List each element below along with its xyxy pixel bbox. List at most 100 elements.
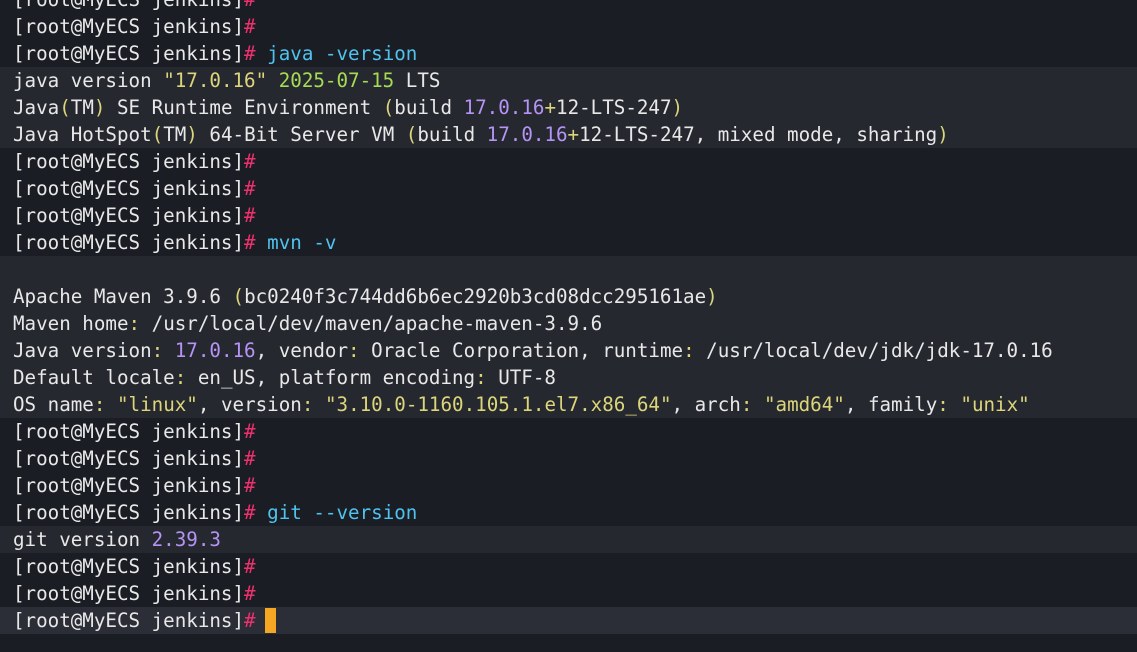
output-text: [root@MyECS jenkins] (13, 231, 245, 254)
output-text: : (683, 339, 695, 362)
output-text: TM (70, 96, 94, 119)
output-text: 17.0.16 (463, 96, 545, 119)
output-text: 17.0.16 (486, 123, 568, 146)
output-text: 2.39.3 (151, 528, 221, 551)
prompt-symbol: # (244, 204, 256, 227)
output-text: [root@MyECS jenkins] (13, 420, 245, 443)
output-text: [root@MyECS jenkins] (13, 177, 245, 200)
output-text: /usr/local/dev/maven/apache-maven-3.9.6 (140, 312, 603, 335)
output-text: TM (163, 123, 187, 146)
output-text: [root@MyECS jenkins] (13, 555, 245, 578)
output-text: ) (706, 285, 718, 308)
output-text: build (417, 123, 487, 146)
output-text: Java (13, 96, 60, 119)
output-text: : (740, 393, 753, 416)
command-text: git --version (267, 501, 418, 524)
output-text: [root@MyECS jenkins] (13, 42, 245, 65)
prompt-symbol: # (244, 231, 256, 254)
terminal-line: Java HotSpot(TM) 64-Bit Server VM (build… (0, 121, 1137, 148)
output-text: Apache Maven 3.9.6 (13, 285, 233, 308)
output-text: [root@MyECS jenkins] (13, 501, 245, 524)
output-text: "unix" (960, 393, 1030, 416)
output-text: + (544, 96, 557, 119)
terminal-line: [root@MyECS jenkins]# (0, 202, 1137, 229)
terminal-output: [root@MyECS jenkins]# [root@MyECS jenkins… (0, 0, 1137, 634)
output-text: ) (186, 123, 198, 146)
terminal-line: [root@MyECS jenkins]# (0, 175, 1137, 202)
terminal-line: OS name: "linux", version: "3.10.0-1160.… (0, 391, 1137, 418)
text-cursor (264, 608, 276, 633)
output-text: Java version (13, 339, 152, 362)
output-text: en_US, platform encoding (186, 366, 476, 389)
output-text: [root@MyECS jenkins] (13, 204, 245, 227)
output-text: + (567, 123, 580, 146)
output-text: UTF-8 (486, 366, 556, 389)
command-text: mvn -v (267, 231, 337, 254)
output-text: , version (197, 393, 302, 416)
output-text: [root@MyECS jenkins] (13, 0, 244, 11)
terminal-line: [root@MyECS jenkins]# (0, 472, 1137, 499)
terminal-line: [root@MyECS jenkins]# java -version (0, 40, 1137, 67)
prompt-symbol: # (244, 474, 256, 497)
terminal-line: Maven home: /usr/local/dev/maven/apache-… (0, 310, 1137, 337)
terminal-line: [root@MyECS jenkins]# (0, 0, 1137, 13)
prompt-symbol: # (244, 609, 256, 632)
output-text: Oracle Corporation, runtime (359, 339, 684, 362)
output-text: , family (844, 393, 938, 416)
terminal-line (0, 256, 1137, 283)
output-text: : (93, 393, 106, 416)
command-text: java -version (267, 42, 418, 65)
output-text: : (174, 366, 187, 389)
output-text: "17.0.16" (163, 69, 268, 92)
output-text: [root@MyECS jenkins] (13, 447, 245, 470)
output-text: , vendor (255, 339, 349, 362)
output-text: java version (13, 69, 164, 92)
output-text: : (151, 339, 164, 362)
terminal-window[interactable]: [root@MyECS jenkins]# [root@MyECS jenkins… (0, 0, 1137, 652)
output-text: ) (671, 96, 684, 119)
prompt-symbol: # (244, 420, 256, 443)
output-text: build (394, 96, 464, 119)
output-text: ( (382, 96, 395, 119)
output-text: "3.10.0-1160.105.1.el7.x86_64" (324, 393, 672, 416)
output-text: /usr/local/dev/jdk/jdk-17.0.16 (694, 339, 1053, 362)
output-text: : (475, 366, 487, 389)
output-text: [root@MyECS jenkins] (13, 15, 245, 38)
output-text: bc0240f3c744dd6b6ec2920b3cd08dcc295161ae (244, 285, 707, 308)
output-text: [root@MyECS jenkins] (13, 609, 245, 632)
output-text: 12-LTS-247, mixed mode, sharing (579, 123, 938, 146)
terminal-line: java version "17.0.16" 2025-07-15 LTS (0, 67, 1137, 94)
output-text: git version (13, 528, 152, 551)
output-text: 2025-07-15 (278, 69, 395, 92)
terminal-line: [root@MyECS jenkins]# (0, 580, 1137, 607)
output-text: : (348, 339, 360, 362)
prompt-symbol: # (244, 582, 256, 605)
prompt-symbol: # (244, 42, 256, 65)
output-text: LTS (394, 69, 441, 92)
active-prompt-line[interactable]: [root@MyECS jenkins]# (0, 607, 1137, 634)
terminal-line: Java version: 17.0.16, vendor: Oracle Co… (0, 337, 1137, 364)
output-text: : (128, 312, 141, 335)
output-text: ) (93, 96, 106, 119)
terminal-line: [root@MyECS jenkins]# mvn -v (0, 229, 1137, 256)
output-text: ( (59, 96, 71, 119)
output-text: Default locale (13, 366, 175, 389)
prompt-symbol: # (244, 555, 256, 578)
terminal-line: [root@MyECS jenkins]# (0, 13, 1137, 40)
output-text: [root@MyECS jenkins] (13, 474, 245, 497)
terminal-line: Default locale: en_US, platform encoding… (0, 364, 1137, 391)
output-text: 64-Bit Server VM (197, 123, 406, 146)
output-text: OS name (13, 393, 94, 416)
terminal-line: Apache Maven 3.9.6 (bc0240f3c744dd6b6ec2… (0, 283, 1137, 310)
prompt-symbol: # (244, 15, 256, 38)
prompt-symbol: # (244, 447, 256, 470)
